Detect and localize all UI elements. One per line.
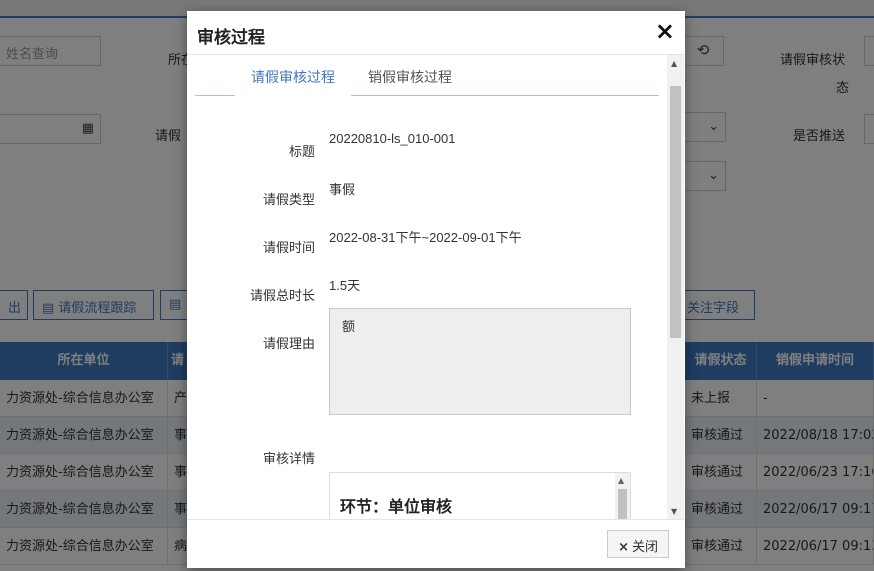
modal-scrollbar[interactable]: ▲ ▼: [667, 55, 684, 519]
modal-title: 审核过程: [197, 28, 265, 48]
tab-cancel-leave-audit[interactable]: 销假审核过程: [368, 67, 452, 97]
leave-duration-value: 1.5天: [329, 278, 361, 293]
tab-leave-audit[interactable]: 请假审核过程: [251, 67, 335, 97]
leave-type-label: 请假类型: [262, 193, 315, 208]
audit-detail-box: 环节：单位审核 ▲: [329, 472, 631, 519]
title-label: 标题: [288, 145, 315, 160]
tab-bar: 请假审核过程 销假审核过程: [195, 55, 659, 97]
active-tab-indicator: [235, 95, 351, 97]
scroll-down-icon[interactable]: ▼: [671, 507, 677, 516]
audit-process-modal: 审核过程 × 请假审核过程 销假审核过程 标题 20220810-ls_010-…: [187, 11, 685, 568]
modal-body: 请假审核过程 销假审核过程 标题 20220810-ls_010-001 请假类…: [195, 55, 675, 519]
leave-reason-textarea[interactable]: 额: [329, 308, 631, 415]
leave-time-value: 2022-08-31下午~2022-09-01下午: [329, 230, 522, 245]
leave-type-value: 事假: [329, 182, 356, 197]
modal-footer: × 关闭: [187, 519, 685, 568]
audit-detail-label: 审核详情: [262, 452, 315, 467]
modal-header: 审核过程 ×: [187, 11, 685, 55]
leave-reason-label: 请假理由: [262, 337, 315, 352]
audit-step-title: 环节：单位审核: [340, 497, 453, 516]
close-button-label: 关闭: [631, 540, 658, 555]
detail-scroll-thumb[interactable]: [618, 489, 627, 519]
modal-scroll-thumb[interactable]: [670, 86, 681, 338]
close-icon[interactable]: ×: [655, 17, 675, 45]
scroll-up-icon[interactable]: ▲: [618, 476, 624, 485]
close-icon: ×: [618, 540, 629, 555]
title-value: 20220810-ls_010-001: [329, 131, 456, 146]
leave-duration-label: 请假总时长: [249, 289, 315, 304]
scroll-up-icon[interactable]: ▲: [671, 59, 677, 68]
leave-time-label: 请假时间: [262, 241, 315, 256]
close-button[interactable]: × 关闭: [607, 530, 669, 558]
detail-scrollbar[interactable]: ▲: [615, 473, 630, 519]
